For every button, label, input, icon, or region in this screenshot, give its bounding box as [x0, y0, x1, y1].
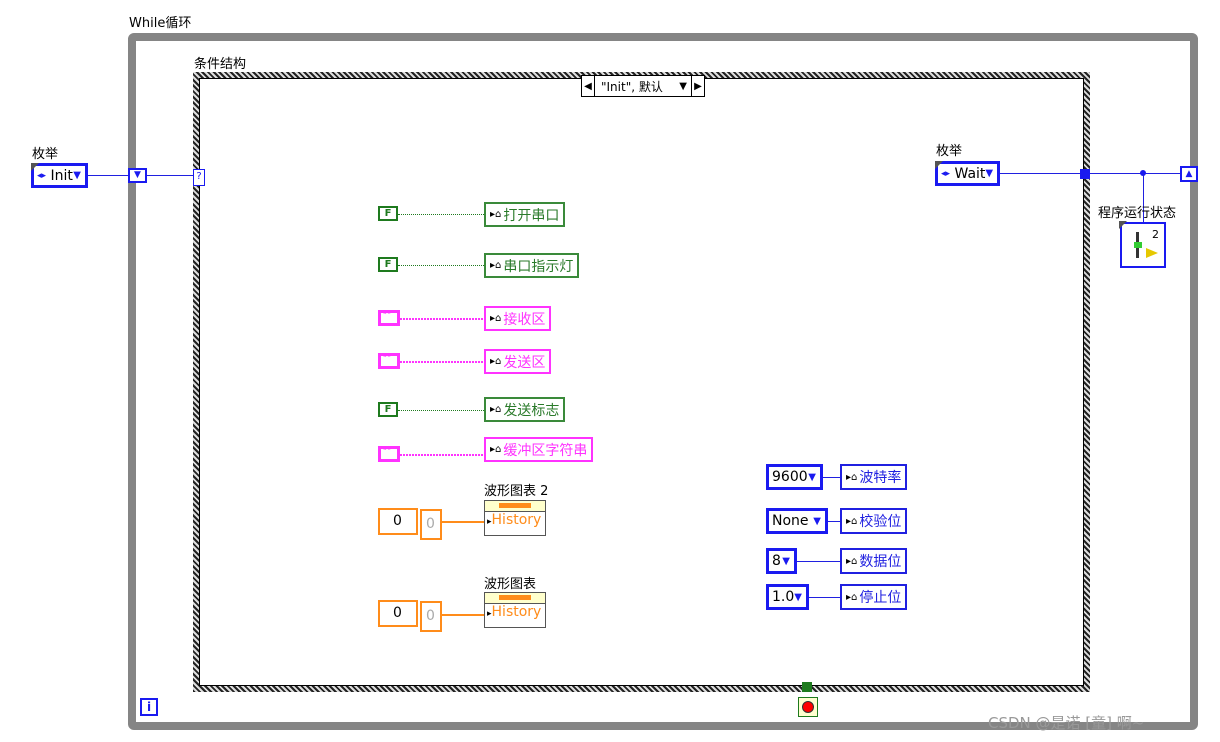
input-enum-label: 枚举 [32, 147, 59, 162]
data-bits-constant[interactable]: 8 ▼ [766, 548, 797, 574]
enum-indicator-icon [1146, 248, 1158, 258]
stop-tunnel [802, 682, 812, 692]
false-constant[interactable]: F [378, 257, 398, 272]
local-variable-name: 缓冲区字符串 [503, 442, 588, 459]
status-indicator[interactable]: 2 [1119, 221, 1166, 268]
local-variable[interactable]: ▸⌂ 数据位 [840, 548, 908, 574]
case-structure-label: 条件结构 [194, 57, 247, 72]
prev-case-icon[interactable]: ◀ [582, 81, 594, 92]
watermark: CSDN @是诺 [童] 啊~ [988, 714, 1145, 732]
local-variable-name: 停止位 [859, 590, 902, 606]
chart-property-node[interactable]: ▸History [484, 500, 546, 536]
numeric-control[interactable]: 0 [378, 508, 418, 535]
local-variable[interactable]: ▸⌂ 发送标志 [484, 397, 566, 422]
stop-icon [802, 701, 814, 713]
local-variable-icon: ▸⌂ [490, 404, 502, 415]
local-variable-name: 串口指示灯 [503, 258, 574, 275]
dropdown-icon: ▼ [985, 168, 994, 179]
local-variable[interactable]: ▸⌂ 波特率 [840, 464, 908, 490]
local-variable[interactable]: ▸⌂ 停止位 [840, 584, 908, 610]
dropdown-icon: ▼ [73, 170, 81, 181]
local-variable-icon: ▸⌂ [490, 444, 502, 455]
output-enum-constant[interactable]: ◂▸ Wait ▼ [935, 161, 1000, 186]
numeric-control[interactable]: 0 [378, 600, 418, 627]
local-variable-name: 打开串口 [503, 207, 560, 224]
case-selector-terminal[interactable]: ? [193, 169, 205, 186]
local-variable-icon: ▸⌂ [490, 209, 502, 220]
false-constant[interactable]: F [378, 402, 398, 417]
local-variable-name: 校验位 [859, 514, 902, 530]
input-enum-constant[interactable]: ◂▸ Init ▼ [31, 163, 88, 188]
property-name: History [491, 604, 542, 620]
next-case-icon[interactable]: ▶ [692, 81, 704, 92]
chart-label: 波形图表 [484, 577, 537, 592]
false-constant[interactable]: F [378, 206, 398, 221]
numeric-indicator: 0 [420, 509, 442, 540]
while-loop-label: While循环 [129, 16, 192, 31]
parity-constant[interactable]: None ▼ [766, 508, 828, 534]
dropdown-icon: ▼ [813, 515, 821, 527]
shift-register-right[interactable]: ▲ [1180, 166, 1198, 182]
local-variable-name: 发送标志 [503, 402, 560, 419]
output-tunnel[interactable] [1080, 169, 1090, 179]
chart-label: 波形图表 2 [484, 484, 549, 499]
local-variable-name: 数据位 [859, 554, 902, 570]
case-selector-value: "Init", 默认 [601, 79, 663, 94]
local-variable[interactable]: ▸⌂ 发送区 [484, 349, 552, 374]
status-indicator-label: 程序运行状态 [1098, 206, 1177, 221]
enum-value: 9600 [772, 469, 808, 485]
property-name: History [491, 512, 542, 528]
stop-button[interactable] [798, 697, 818, 717]
local-variable-name: 波特率 [859, 470, 902, 486]
local-variable[interactable]: ▸⌂ 校验位 [840, 508, 908, 534]
local-variable[interactable]: ▸⌂ 串口指示灯 [484, 253, 580, 278]
local-variable[interactable]: ▸⌂ 打开串口 [484, 202, 566, 227]
dropdown-icon: ▼ [782, 555, 790, 567]
iteration-terminal: i [140, 698, 158, 716]
input-enum-value: Init [50, 167, 73, 184]
chart-property-node[interactable]: ▸History [484, 592, 546, 628]
local-variable-icon: ▸⌂ [490, 313, 502, 324]
dropdown-icon: ▼ [794, 591, 802, 603]
output-enum-value: Wait [954, 165, 986, 182]
local-variable-name: 接收区 [503, 311, 546, 328]
enum-value: None [772, 513, 809, 529]
local-variable[interactable]: ▸⌂ 缓冲区字符串 [484, 437, 594, 462]
stop-bits-constant[interactable]: 1.0 ▼ [766, 584, 809, 610]
dropdown-icon: ▼ [808, 471, 816, 483]
enum-value: 8 [772, 553, 781, 569]
local-variable-icon: ▸⌂ [490, 260, 502, 271]
output-enum-label: 枚举 [936, 144, 963, 159]
dropdown-icon[interactable]: ▼ [679, 81, 687, 92]
status-indicator-value: 2 [1152, 228, 1159, 241]
case-selector[interactable]: ◀ "Init", 默认 ▼ ▶ [581, 75, 705, 97]
numeric-indicator: 0 [420, 601, 442, 632]
local-variable-name: 发送区 [503, 354, 546, 371]
shift-register-left[interactable]: ▼ [128, 168, 147, 183]
enum-value: 1.0 [772, 589, 795, 605]
string-constant[interactable]: “” [378, 310, 400, 326]
baud-rate-constant[interactable]: 9600 ▼ [766, 464, 823, 490]
string-constant[interactable]: “” [378, 446, 400, 462]
slider-thumb-icon [1134, 242, 1142, 248]
local-variable-icon: ▸⌂ [490, 356, 502, 367]
string-constant[interactable]: “” [378, 353, 400, 369]
local-variable[interactable]: ▸⌂ 接收区 [484, 306, 552, 331]
